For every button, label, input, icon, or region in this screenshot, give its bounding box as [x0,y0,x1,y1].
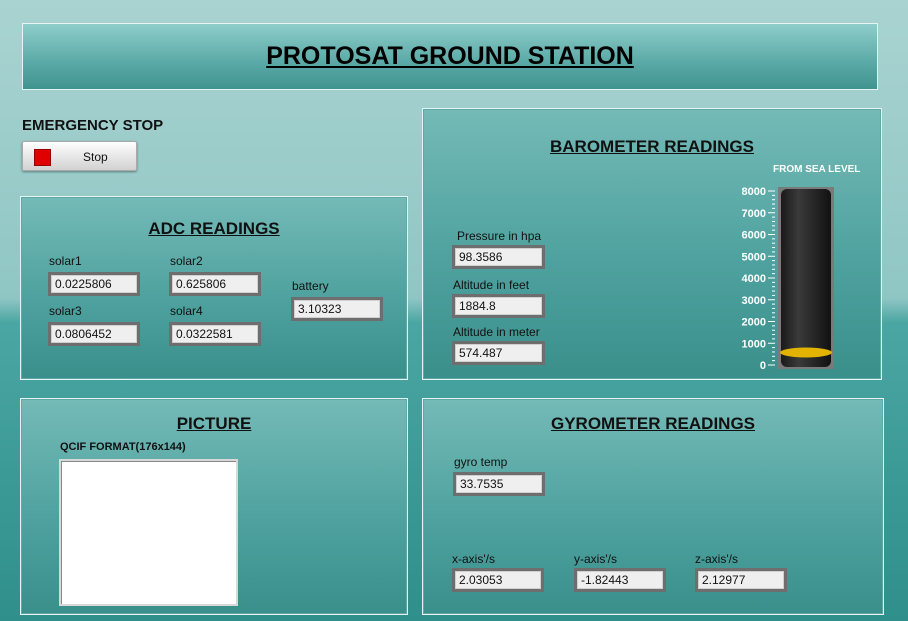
battery-value: 3.10323 [294,300,380,318]
altitude-tank: 8000 7000 6000 5000 4000 3000 2000 1000 0 [742,186,834,372]
stop-button-label: Stop [83,150,108,164]
tank-body [781,189,831,367]
pressure-indicator: 98.3586 [452,245,545,269]
app-title: PROTOSAT GROUND STATION [266,42,634,70]
solar3-value: 0.0806452 [51,325,137,343]
solar1-indicator: 0.0225806 [48,272,140,296]
alt-feet-value: 1884.8 [455,297,542,315]
solar2-value: 0.625806 [172,275,258,293]
emergency-stop-label: EMERGENCY STOP [22,117,164,134]
x-axis-value: 2.03053 [455,571,541,589]
x-axis-indicator: 2.03053 [452,568,544,592]
alt-meter-indicator: 574.487 [452,341,545,365]
title-banner: PROTOSAT GROUND STATION [22,23,878,90]
gyro-temp-indicator: 33.7535 [453,472,545,496]
adc-panel: ADC READINGS solar1 0.0225806 solar2 0.6… [20,196,408,380]
battery-indicator: 3.10323 [291,297,383,321]
tank-tick-label: 8000 [742,186,766,198]
tank-fill-level [780,347,832,358]
battery-label: battery [292,279,329,293]
z-axis-value: 2.12977 [698,571,784,589]
z-axis-indicator: 2.12977 [695,568,787,592]
x-axis-label: x-axis'/s [452,552,495,566]
tank-tick-label: 5000 [742,251,766,263]
gyro-temp-label: gyro temp [454,455,508,469]
gyrometer-title: GYROMETER READINGS [550,414,756,433]
gyrometer-panel: GYROMETER READINGS gyro temp 33.7535 x-a… [422,398,884,615]
solar4-indicator: 0.0322581 [169,322,261,346]
solar2-indicator: 0.625806 [169,272,261,296]
y-axis-indicator: -1.82443 [574,568,666,592]
solar3-indicator: 0.0806452 [48,322,140,346]
z-axis-label: z-axis'/s [695,552,738,566]
alt-feet-indicator: 1884.8 [452,294,545,318]
solar3-label: solar3 [49,304,82,318]
tank-label: FROM SEA LEVEL [773,164,861,175]
tank-tick-label: 0 [760,360,766,372]
qcif-format-label: QCIF FORMAT(176x144) [60,441,186,453]
solar4-label: solar4 [170,304,203,318]
stop-led-icon [34,149,51,166]
picture-title: PICTURE [176,414,252,433]
stop-button[interactable]: Stop [22,141,137,171]
gyro-temp-value: 33.7535 [456,475,542,493]
solar1-label: solar1 [49,254,82,268]
picture-panel: PICTURE QCIF FORMAT(176x144) [20,398,408,615]
tank-tick-label: 4000 [742,273,766,285]
barometer-title: BAROMETER READINGS [549,137,754,156]
solar2-label: solar2 [170,254,203,268]
alt-meter-value: 574.487 [455,344,542,362]
tank-tick-label: 6000 [742,230,766,242]
solar4-value: 0.0322581 [172,325,258,343]
tank-tick-label: 3000 [742,295,766,307]
tank-tick-label: 1000 [742,338,766,350]
tank-tick-label: 2000 [742,317,766,329]
barometer-panel: BAROMETER READINGS Pressure in hpa 98.35… [422,108,882,380]
solar1-value: 0.0225806 [51,275,137,293]
alt-feet-label: Altitude in feet [453,278,530,292]
adc-title: ADC READINGS [148,219,280,238]
tank-tick-label: 7000 [742,208,766,220]
y-axis-value: -1.82443 [577,571,663,589]
pressure-label: Pressure in hpa [457,229,542,243]
alt-meter-label: Altitude in meter [453,325,540,339]
y-axis-label: y-axis'/s [574,552,617,566]
picture-display [59,459,238,606]
pressure-value: 98.3586 [455,248,542,266]
